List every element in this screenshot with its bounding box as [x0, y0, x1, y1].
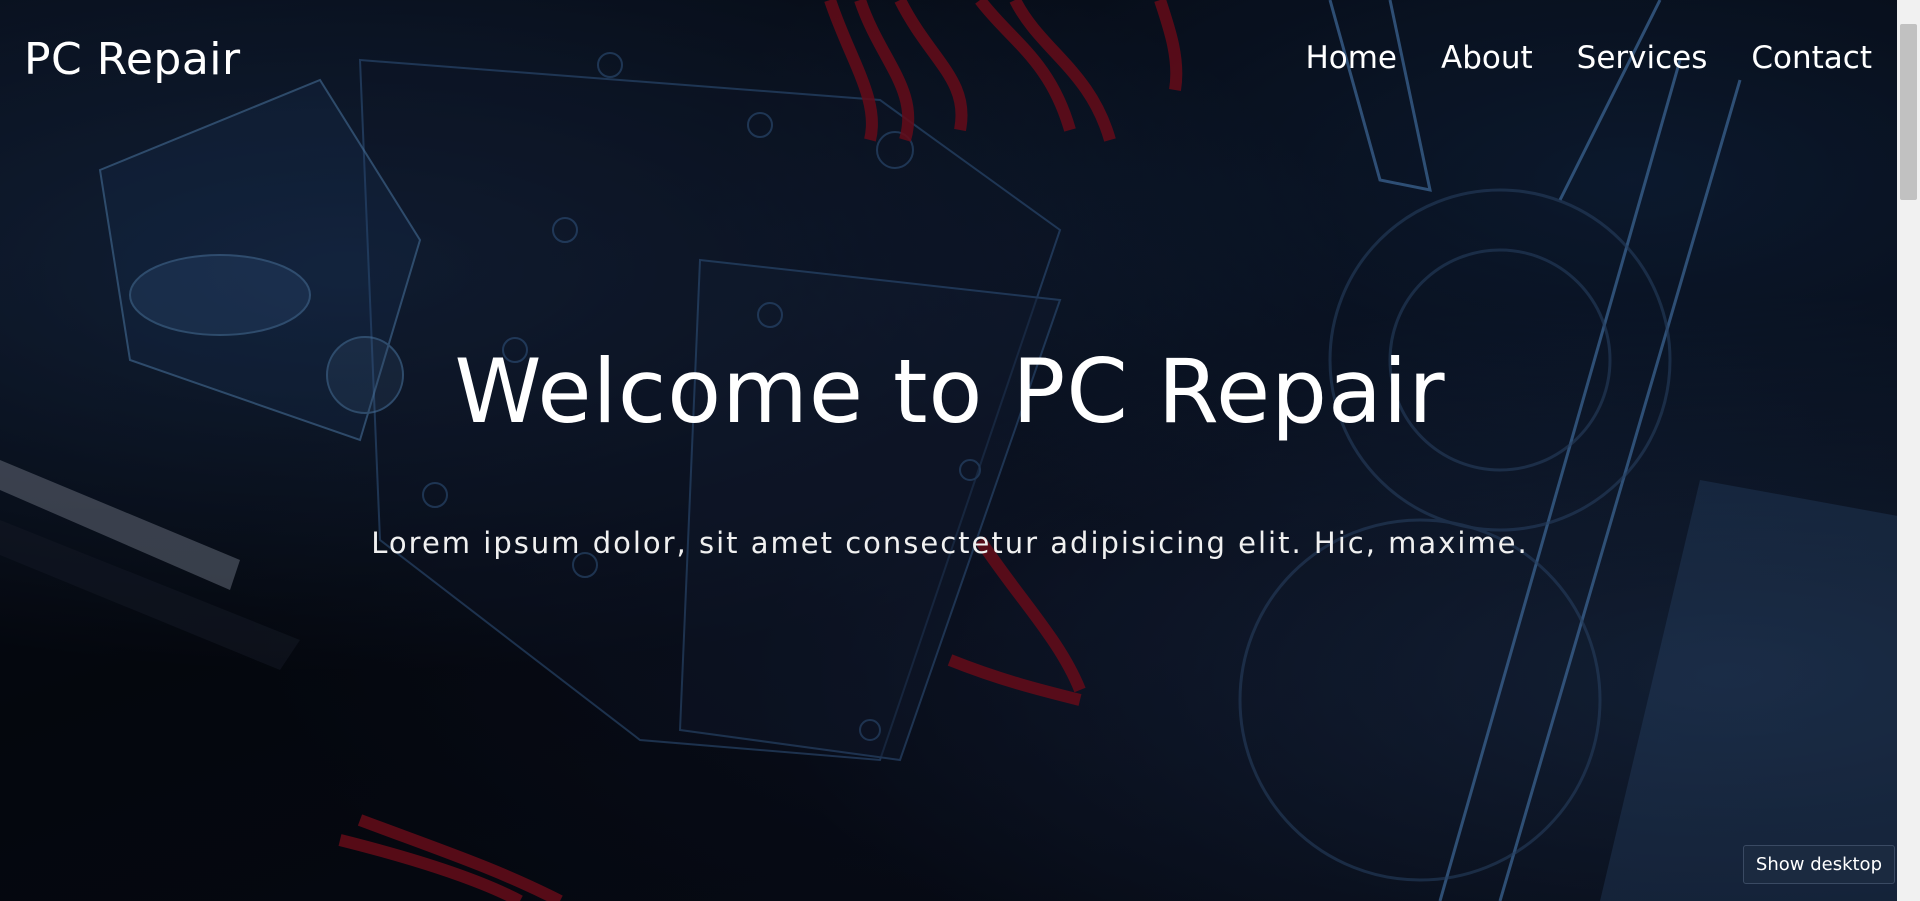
page-viewport: PC Repair Home About Services Contact We…: [0, 0, 1920, 901]
nav-links: Home About Services Contact: [1305, 40, 1872, 76]
show-desktop-tooltip[interactable]: Show desktop: [1742, 845, 1895, 884]
hero-dark-overlay: [0, 0, 1920, 901]
brand-logo[interactable]: PC Repair: [24, 34, 241, 85]
hero-subtitle: Lorem ipsum dolor, sit amet consectetur …: [371, 526, 1529, 560]
hero-title: Welcome to PC Repair: [454, 340, 1446, 443]
vertical-scrollbar[interactable]: [1897, 0, 1920, 901]
nav-link-home[interactable]: Home: [1305, 40, 1397, 76]
scrollbar-thumb[interactable]: [1900, 24, 1917, 200]
nav-link-about[interactable]: About: [1441, 40, 1533, 76]
top-navbar: PC Repair Home About Services Contact: [0, 2, 1920, 114]
nav-link-services[interactable]: Services: [1577, 40, 1708, 76]
nav-link-contact[interactable]: Contact: [1751, 40, 1872, 76]
